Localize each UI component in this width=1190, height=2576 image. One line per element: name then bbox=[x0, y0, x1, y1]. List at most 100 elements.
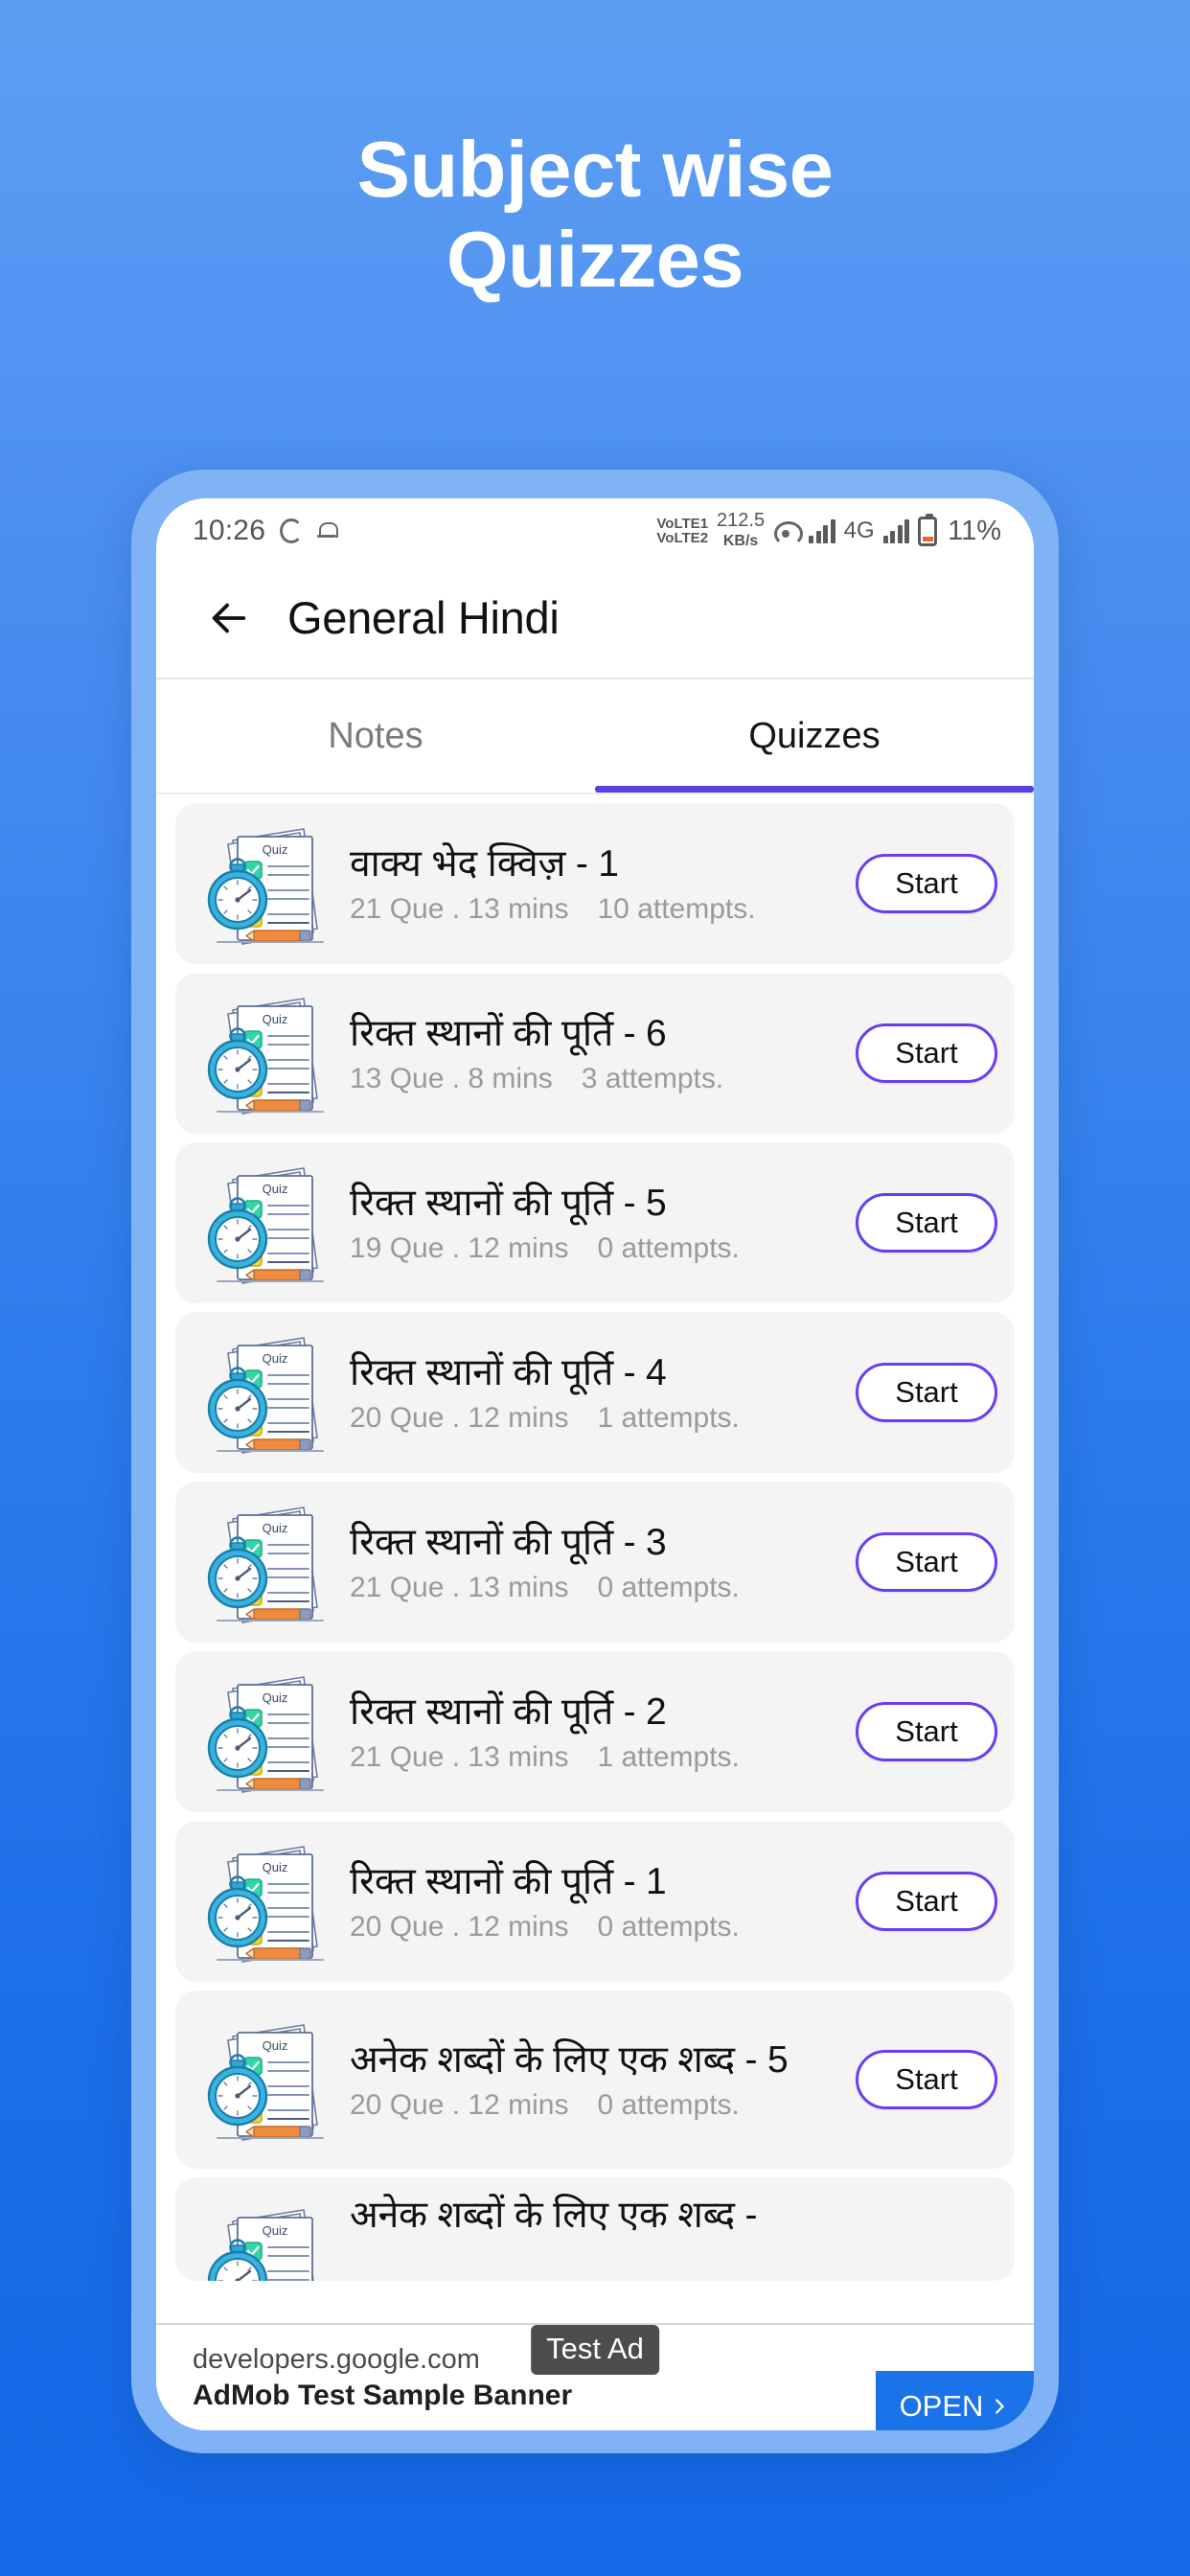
tab-notes[interactable]: Notes bbox=[156, 679, 595, 793]
tab-notes-label: Notes bbox=[328, 715, 423, 756]
start-quiz-button[interactable]: Start bbox=[856, 1363, 997, 1422]
quiz-thumbnail: Quiz bbox=[196, 1660, 340, 1804]
data-rate-indicator: 212.5 KB/s bbox=[717, 510, 766, 550]
quiz-thumbnail: Quiz bbox=[196, 2193, 340, 2281]
quiz-card[interactable]: Quiz रिक्त स्थानों की पूर bbox=[175, 1312, 1015, 1473]
quiz-question-count: 21 Que . 13 mins bbox=[350, 893, 569, 926]
notification-bell-icon bbox=[317, 519, 339, 542]
phone-mockup: 10:26 VoLTE1 VoLTE2 212.5 KB/s 4G 11% Ge… bbox=[131, 470, 1059, 2453]
svg-text:Quiz: Quiz bbox=[263, 1860, 288, 1874]
quiz-title: अनेक शब्दों के लिए एक शब्द - bbox=[350, 2195, 758, 2236]
phone-screen: 10:26 VoLTE1 VoLTE2 212.5 KB/s 4G 11% Ge… bbox=[156, 498, 1034, 2430]
quiz-question-count: 13 Que . 8 mins bbox=[350, 1063, 553, 1095]
tab-bar: Notes Quizzes bbox=[156, 679, 1034, 793]
start-quiz-button[interactable]: Start bbox=[856, 1702, 997, 1761]
quiz-title: वाक्य भेद क्विज़ - 1 bbox=[350, 842, 619, 885]
start-quiz-button[interactable]: Start bbox=[856, 1532, 997, 1592]
quiz-attempts: 1 attempts. bbox=[597, 1741, 740, 1774]
quiz-card-body: अनेक शब्दों के लिए एक शब्द - 5 20 Que . 1… bbox=[340, 2037, 850, 2123]
quiz-attempts: 3 attempts. bbox=[581, 1063, 724, 1095]
quiz-meta: 20 Que . 12 mins 0 attempts. bbox=[350, 2089, 850, 2122]
promo-line-1: Subject wise bbox=[356, 125, 834, 214]
quiz-paper-stopwatch-icon: Quiz bbox=[207, 2209, 314, 2281]
quiz-thumbnail: Quiz bbox=[196, 981, 340, 1125]
quiz-card-body: रिक्त स्थानों की पूर्ति - 6 13 Que . 8 mi… bbox=[340, 1011, 850, 1096]
start-quiz-button[interactable]: Start bbox=[856, 2050, 997, 2109]
sync-circle-icon bbox=[280, 518, 304, 543]
chevron-right-icon bbox=[995, 2399, 1005, 2414]
quiz-attempts: 0 attempts. bbox=[597, 1232, 740, 1265]
quiz-title: रिक्त स्थानों की पूर्ति - 3 bbox=[350, 1521, 667, 1563]
start-quiz-button[interactable]: Start bbox=[856, 854, 997, 913]
ad-headline: AdMob Test Sample Banner bbox=[193, 2379, 573, 2411]
quiz-card[interactable]: Quiz रिक्त स्थानों की पूर bbox=[175, 1482, 1015, 1643]
start-quiz-button[interactable]: Start bbox=[856, 1193, 997, 1253]
quiz-card-body: अनेक शब्दों के लिए एक शब्द - bbox=[340, 2193, 997, 2239]
quiz-paper-stopwatch-icon: Quiz bbox=[207, 1337, 324, 1454]
quiz-thumbnail: Quiz bbox=[196, 1321, 340, 1464]
quiz-attempts: 1 attempts. bbox=[597, 1402, 740, 1435]
hotspot-icon bbox=[773, 518, 804, 546]
quiz-paper-stopwatch-icon: Quiz bbox=[207, 998, 324, 1115]
tab-bar-divider bbox=[156, 793, 1034, 794]
tab-quizzes-label: Quizzes bbox=[748, 715, 881, 756]
svg-text:Quiz: Quiz bbox=[263, 842, 288, 857]
signal-bars-sim2-icon bbox=[882, 518, 910, 543]
quiz-card-body: वाक्य भेद क्विज़ - 1 21 Que . 13 mins 10 a… bbox=[340, 841, 850, 927]
quiz-list[interactable]: Quiz वाक्य भेद क्विज़ - 1 21 Que . 13 mi… bbox=[156, 803, 1034, 2281]
quiz-thumbnail: Quiz bbox=[196, 1829, 340, 1973]
tab-quizzes[interactable]: Quizzes bbox=[595, 679, 1034, 793]
svg-text:Quiz: Quiz bbox=[263, 1690, 288, 1705]
quiz-paper-stopwatch-icon: Quiz bbox=[207, 1846, 324, 1963]
quiz-card[interactable]: Quiz वाक्य भेद क्विज़ - 1 21 Que . 13 mi… bbox=[175, 803, 1015, 964]
quiz-thumbnail: Quiz bbox=[196, 1151, 340, 1295]
quiz-card[interactable]: Quiz अनेक शब्दों के लिए ए bbox=[175, 2177, 1015, 2281]
svg-text:Quiz: Quiz bbox=[263, 2038, 288, 2053]
ad-banner[interactable]: developers.google.com AdMob Test Sample … bbox=[156, 2323, 1034, 2430]
quiz-paper-stopwatch-icon: Quiz bbox=[207, 2024, 324, 2141]
svg-text:Quiz: Quiz bbox=[263, 1351, 288, 1366]
quiz-title: रिक्त स्थानों की पूर्ति - 6 bbox=[350, 1012, 667, 1054]
start-quiz-button[interactable]: Start bbox=[856, 1024, 997, 1083]
quiz-card-body: रिक्त स्थानों की पूर्ति - 4 20 Que . 12 m… bbox=[340, 1350, 850, 1436]
quiz-card[interactable]: Quiz अनेक शब्दों के लिए ए bbox=[175, 1990, 1015, 2169]
quiz-paper-stopwatch-icon: Quiz bbox=[207, 1506, 324, 1623]
quiz-card-body: रिक्त स्थानों की पूर्ति - 3 21 Que . 13 m… bbox=[340, 1520, 850, 1605]
battery-icon bbox=[918, 513, 938, 546]
quiz-thumbnail: Quiz bbox=[196, 812, 340, 955]
quiz-meta: 13 Que . 8 mins 3 attempts. bbox=[350, 1063, 850, 1095]
quiz-thumbnail: Quiz bbox=[196, 1490, 340, 1634]
back-button[interactable] bbox=[195, 584, 263, 653]
quiz-title: रिक्त स्थानों की पूर्ति - 4 bbox=[350, 1351, 667, 1393]
start-quiz-button[interactable]: Start bbox=[856, 1872, 997, 1931]
quiz-attempts: 10 attempts. bbox=[597, 893, 756, 926]
quiz-card[interactable]: Quiz रिक्त स्थानों की पूर bbox=[175, 1821, 1015, 1982]
quiz-question-count: 20 Que . 12 mins bbox=[350, 2089, 569, 2122]
quiz-meta: 20 Que . 12 mins 1 attempts. bbox=[350, 1402, 850, 1435]
quiz-title: रिक्त स्थानों की पूर्ति - 1 bbox=[350, 1860, 667, 1902]
battery-percent-label: 11% bbox=[948, 515, 1001, 546]
quiz-attempts: 0 attempts. bbox=[597, 1572, 740, 1604]
quiz-title: अनेक शब्दों के लिए एक शब्द - 5 bbox=[350, 2038, 789, 2081]
quiz-paper-stopwatch-icon: Quiz bbox=[207, 828, 324, 945]
quiz-question-count: 20 Que . 12 mins bbox=[350, 1402, 569, 1435]
ad-open-button[interactable]: OPEN bbox=[876, 2371, 1034, 2430]
quiz-card[interactable]: Quiz रिक्त स्थानों की पूर bbox=[175, 973, 1015, 1134]
quiz-question-count: 21 Que . 13 mins bbox=[350, 1572, 569, 1604]
quiz-card[interactable]: Quiz रिक्त स्थानों की पूर bbox=[175, 1142, 1015, 1303]
quiz-card-body: रिक्त स्थानों की पूर्ति - 2 21 Que . 13 m… bbox=[340, 1690, 850, 1775]
svg-text:Quiz: Quiz bbox=[263, 1182, 288, 1196]
quiz-meta: 19 Que . 12 mins 0 attempts. bbox=[350, 1232, 850, 1265]
page-title: General Hindi bbox=[287, 592, 560, 643]
signal-bars-sim1-icon bbox=[809, 518, 835, 543]
ad-open-label: OPEN bbox=[899, 2389, 984, 2423]
arrow-left-icon bbox=[212, 603, 246, 632]
app-bar: General Hindi bbox=[156, 558, 1034, 678]
quiz-paper-stopwatch-icon: Quiz bbox=[207, 1167, 324, 1284]
quiz-card[interactable]: Quiz रिक्त स्थानों की पूर bbox=[175, 1651, 1015, 1812]
status-bar: 10:26 VoLTE1 VoLTE2 212.5 KB/s 4G 11% bbox=[156, 498, 1034, 558]
network-type-label: 4G bbox=[843, 518, 875, 543]
quiz-title: रिक्त स्थानों की पूर्ति - 5 bbox=[350, 1182, 667, 1224]
promo-line-2: Quizzes bbox=[446, 214, 744, 304]
quiz-question-count: 19 Que . 12 mins bbox=[350, 1232, 569, 1265]
